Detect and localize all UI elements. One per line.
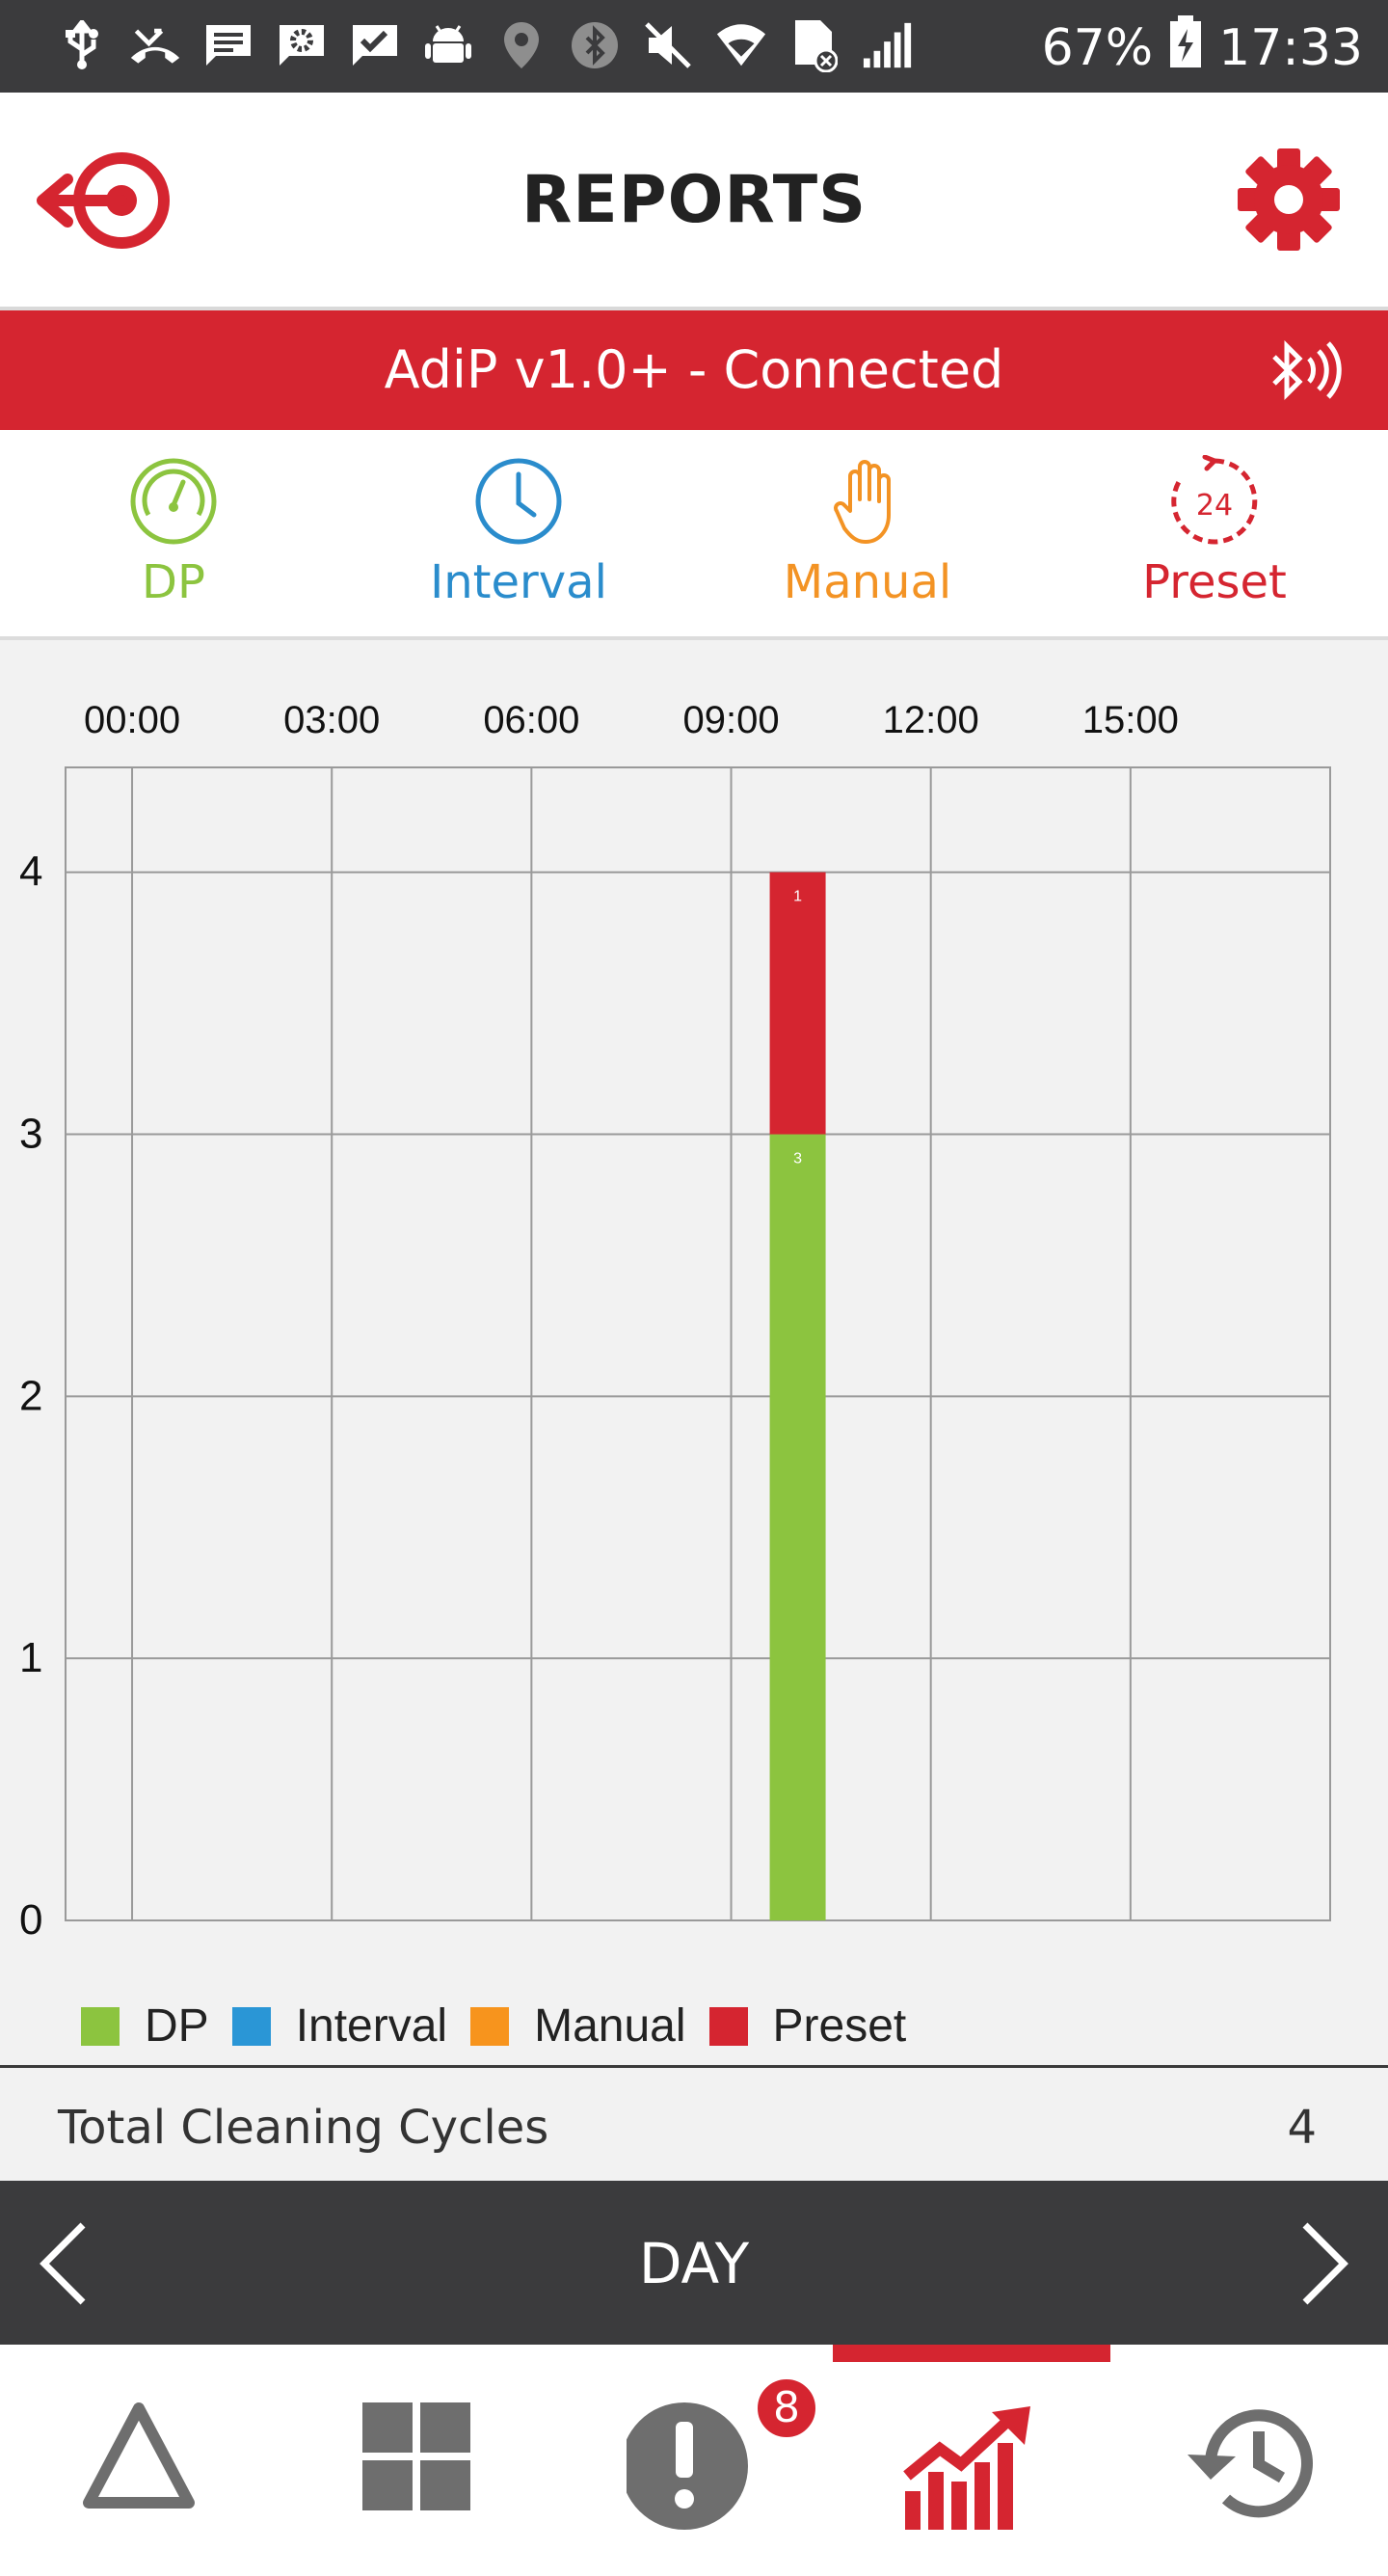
y-tick-label: 0 — [19, 1896, 42, 1944]
x-tick-label: 06:00 — [483, 699, 579, 741]
x-tick-label: 00:00 — [84, 699, 180, 741]
page-title: REPORTS — [520, 162, 868, 238]
bottom-nav: 8 — [0, 2345, 1388, 2576]
bluetooth-icon — [569, 17, 621, 73]
chart-area: 0 1 2 3 4 00:00 03:00 06:00 09:00 12:00 15:00 3 1 — [0, 640, 1388, 2065]
android-icon — [422, 17, 474, 73]
legend-swatch-dp — [81, 2006, 120, 2046]
bar-data-label: 1 — [793, 889, 802, 905]
mute-icon — [642, 17, 694, 73]
legend-label-interval: Interval — [295, 2000, 448, 2052]
signal-icon — [862, 17, 914, 73]
legend-swatch-manual — [470, 2006, 510, 2046]
no-sim-icon — [788, 17, 841, 73]
battery-charging-icon — [1168, 13, 1203, 82]
plot-frame — [65, 766, 1331, 1921]
legend-label-preset: Preset — [772, 2000, 907, 2052]
gear-icon[interactable] — [1238, 148, 1340, 251]
status-icons — [56, 17, 914, 73]
y-tick-label: 4 — [19, 848, 42, 896]
mode-dp-label: DP — [142, 555, 205, 609]
mode-filter-bar: DP Interval Manual 24 Preset — [0, 430, 1388, 640]
dashboard-grid-icon[interactable] — [320, 2399, 513, 2553]
app-header: REPORTS — [0, 93, 1388, 310]
x-tick-label: 15:00 — [1082, 699, 1179, 741]
mode-interval-label: Interval — [430, 555, 607, 609]
history-icon[interactable] — [1153, 2399, 1346, 2553]
clock-icon — [475, 458, 562, 545]
alerts-badge: 8 — [754, 2375, 819, 2441]
message-icon — [202, 17, 254, 73]
y-tick-label: 3 — [19, 1111, 42, 1158]
total-cycles-row: Total Cleaning Cycles 4 — [0, 2065, 1388, 2184]
bluetooth-signal-icon — [1265, 335, 1342, 405]
legend-swatch-preset — [708, 2006, 748, 2046]
mode-preset-label: Preset — [1142, 555, 1287, 609]
period-label: DAY — [638, 2231, 750, 2296]
legend-label-manual: Manual — [534, 2000, 686, 2052]
x-tick-label: 03:00 — [283, 699, 380, 741]
x-tick-label: 09:00 — [682, 699, 779, 741]
triangle-alert-icon[interactable] — [42, 2399, 235, 2553]
task-icon — [349, 17, 401, 73]
y-tick-label: 1 — [19, 1634, 42, 1681]
location-icon — [495, 17, 547, 73]
status-bar: 67% 17:33 — [0, 0, 1388, 93]
hand-icon — [834, 460, 891, 544]
connection-banner: AdiP v1.0+ - Connected — [0, 310, 1388, 430]
active-tab-indicator — [833, 2345, 1110, 2362]
reports-chart-icon[interactable] — [875, 2399, 1068, 2553]
chart-legend: DP Interval Manual Preset — [81, 1999, 929, 2053]
chevron-right-icon[interactable] — [1295, 2219, 1353, 2308]
bar-segment-dp — [769, 1134, 826, 1920]
total-cycles-label: Total Cleaning Cycles — [58, 2101, 549, 2155]
settings-notification-icon — [276, 17, 328, 73]
mode-preset[interactable]: 24 Preset — [1089, 455, 1340, 609]
wifi-icon — [715, 17, 767, 73]
mode-dp[interactable]: DP — [48, 455, 299, 609]
battery-percent: 67% — [1041, 18, 1154, 77]
cycles-bar-chart: 0 1 2 3 4 00:00 03:00 06:00 09:00 12:00 15:00 3 1 — [19, 699, 1331, 1944]
bar-segment-preset — [769, 872, 826, 1135]
period-selector: DAY — [0, 2181, 1388, 2345]
usb-icon — [56, 17, 108, 73]
connection-status: AdiP v1.0+ - Connected — [384, 339, 1004, 400]
legend-label-dp: DP — [145, 2000, 209, 2052]
y-tick-label: 2 — [19, 1372, 42, 1419]
mode-manual-label: Manual — [783, 555, 952, 609]
legend-swatch-interval — [231, 2006, 271, 2046]
mode-interval[interactable]: Interval — [393, 455, 644, 609]
mode-manual[interactable]: Manual — [742, 455, 993, 609]
svg-text:24: 24 — [1196, 489, 1233, 523]
gauge-icon — [130, 458, 217, 545]
status-right: 67% 17:33 — [1042, 13, 1363, 82]
bar-data-label: 3 — [793, 1151, 802, 1167]
timer-24-icon: 24 — [1171, 455, 1258, 545]
missed-call-icon — [129, 17, 181, 73]
total-cycles-value: 4 — [1287, 2101, 1317, 2155]
x-tick-label: 12:00 — [883, 699, 979, 741]
clock-time: 17:33 — [1218, 18, 1363, 77]
